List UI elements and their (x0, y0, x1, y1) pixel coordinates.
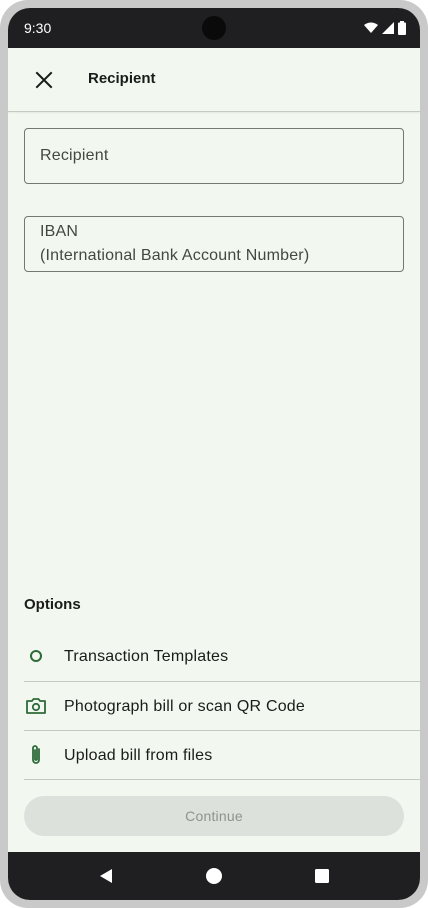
iban-field-label: IBAN (International Bank Account Number) (40, 220, 309, 268)
option-scan-qr[interactable]: Photograph bill or scan QR Code (24, 682, 420, 731)
options-heading: Options (24, 596, 81, 613)
recipient-field-label: Recipient (40, 147, 109, 164)
signal-icon (382, 22, 394, 34)
status-icons (364, 21, 406, 35)
navigation-bar (8, 852, 420, 900)
option-upload-files[interactable]: Upload bill from files (24, 731, 420, 780)
home-icon[interactable] (204, 866, 224, 886)
status-bar: 9:30 (8, 8, 420, 48)
device-frame: 9:30 Recipient Recipient IBAN (Internati… (0, 0, 428, 908)
option-label: Transaction Templates (64, 648, 229, 665)
screen: 9:30 Recipient Recipient IBAN (Internati… (8, 8, 420, 900)
close-icon[interactable] (32, 68, 56, 92)
iban-label-line1: IBAN (40, 223, 79, 240)
camera-icon (26, 698, 46, 714)
option-label: Upload bill from files (64, 747, 213, 764)
continue-button[interactable]: Continue (24, 796, 404, 836)
status-time: 9:30 (24, 20, 52, 36)
recipient-field[interactable]: Recipient (24, 128, 404, 184)
circle-outline-icon (30, 650, 42, 662)
app-bar: Recipient (8, 48, 420, 112)
recents-icon[interactable] (312, 866, 332, 886)
wifi-icon (364, 22, 378, 33)
camera-cutout (202, 16, 226, 40)
option-transaction-templates[interactable]: Transaction Templates (24, 632, 420, 682)
page-title: Recipient (88, 70, 156, 87)
iban-field[interactable]: IBAN (International Bank Account Number) (24, 216, 404, 272)
back-icon[interactable] (96, 866, 116, 886)
iban-label-line2: (International Bank Account Number) (40, 247, 310, 264)
option-label: Photograph bill or scan QR Code (64, 698, 305, 715)
paperclip-icon (32, 745, 40, 764)
battery-icon (398, 21, 406, 35)
